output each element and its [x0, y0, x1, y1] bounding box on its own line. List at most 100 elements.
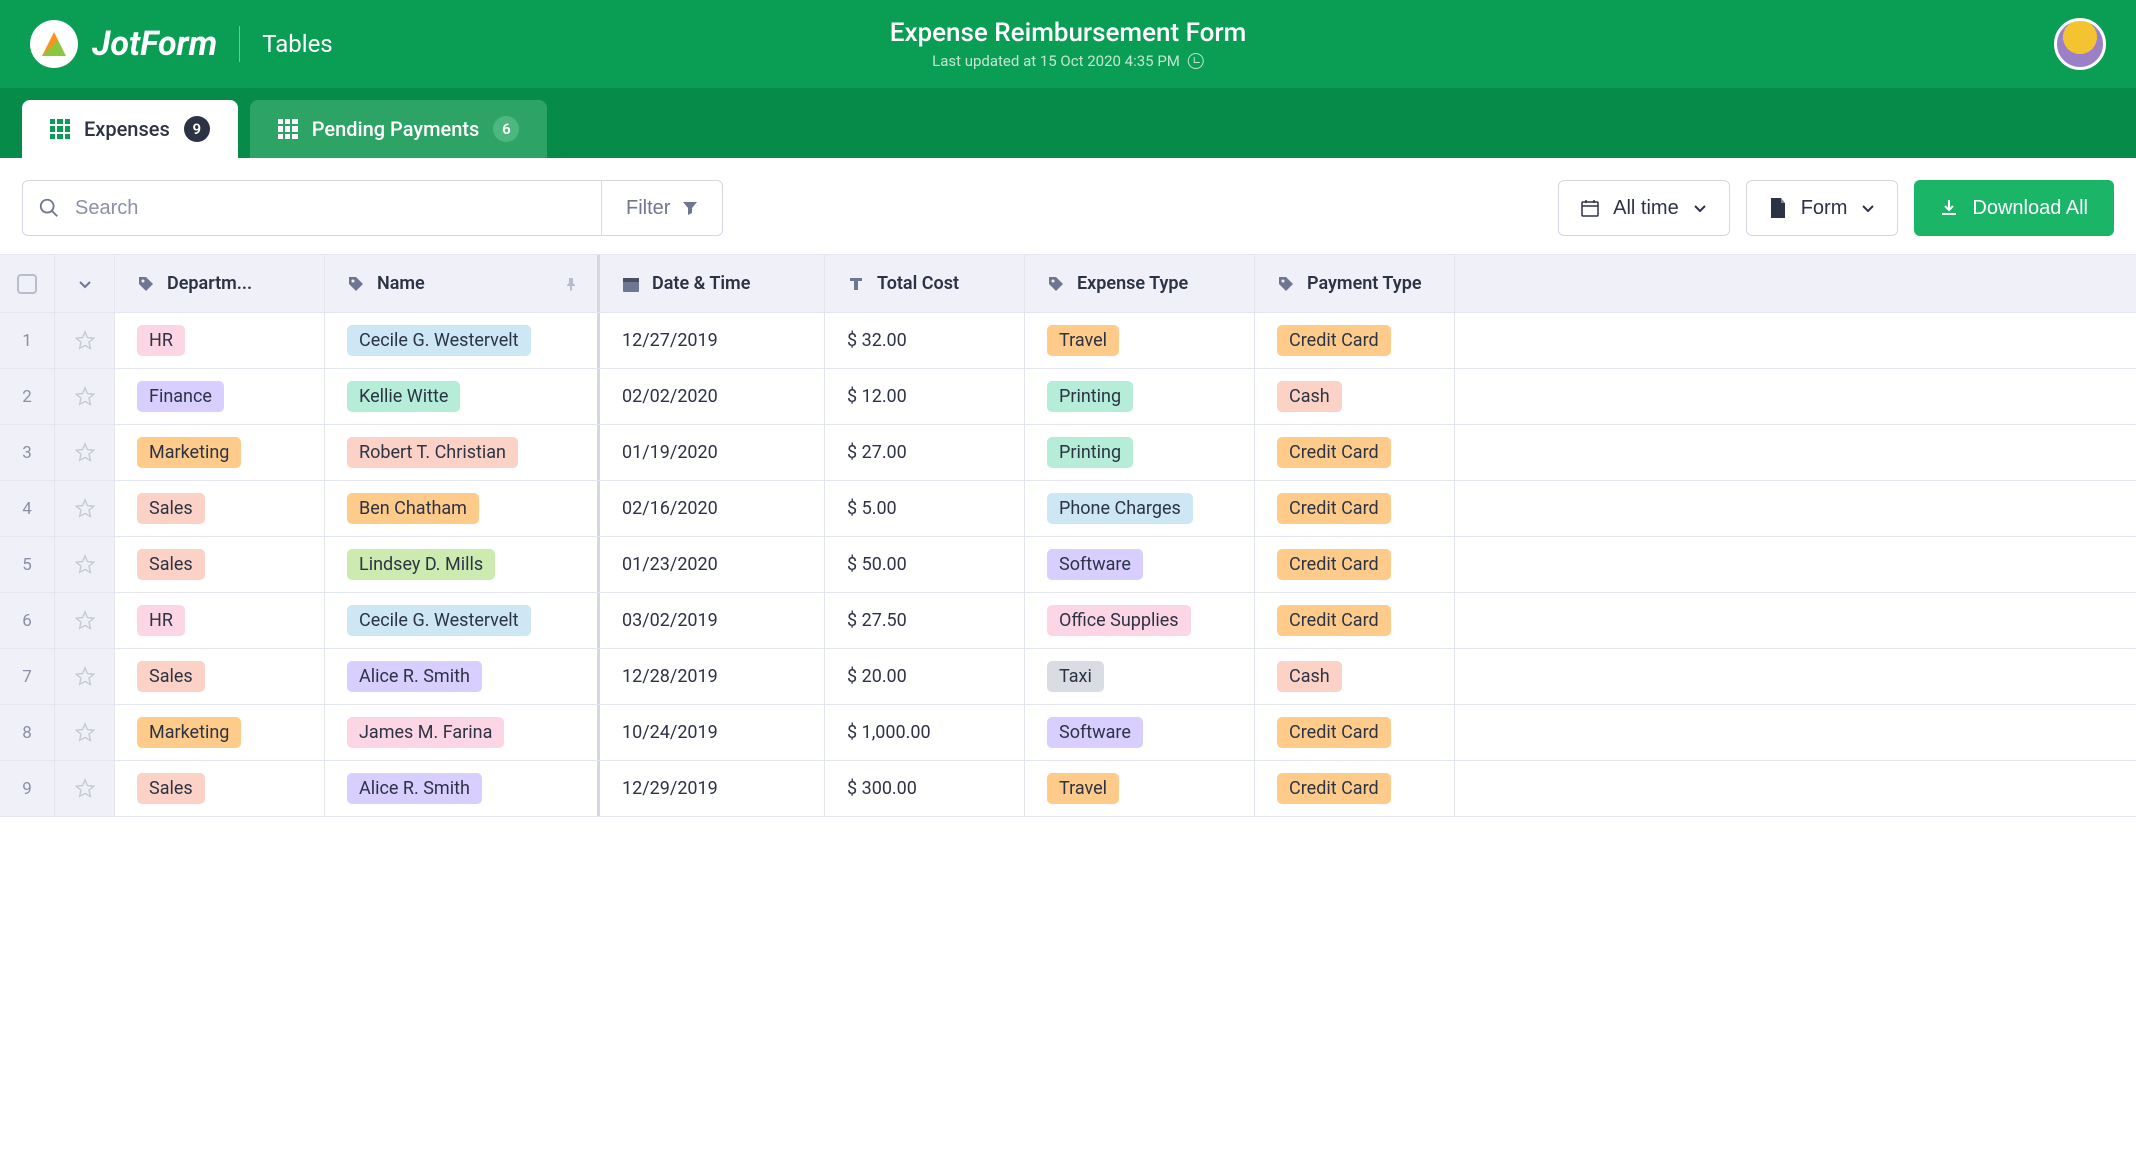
star-toggle[interactable] [55, 425, 115, 480]
cell-department[interactable]: Sales [115, 481, 325, 536]
star-icon [74, 778, 96, 800]
cell-name[interactable]: Lindsey D. Mills [325, 537, 600, 592]
star-icon [74, 554, 96, 576]
cell-department[interactable]: Sales [115, 649, 325, 704]
cell-cost[interactable]: $ 1,000.00 [825, 705, 1025, 760]
tabbar: Expenses 9 Pending Payments 6 [0, 88, 2136, 158]
star-toggle[interactable] [55, 537, 115, 592]
cell-expense-type[interactable]: Taxi [1025, 649, 1255, 704]
col-cost[interactable]: Total Cost [825, 255, 1025, 312]
filter-button[interactable]: Filter [602, 180, 723, 236]
cell-name[interactable]: Alice R. Smith [325, 761, 600, 816]
cell-date[interactable]: 03/02/2019 [600, 593, 825, 648]
cell-name[interactable]: James M. Farina [325, 705, 600, 760]
table-row[interactable]: 5 Sales Lindsey D. Mills 01/23/2020 $ 50… [0, 537, 2136, 593]
cell-name[interactable]: Ben Chatham [325, 481, 600, 536]
star-toggle[interactable] [55, 593, 115, 648]
cell-date[interactable]: 01/19/2020 [600, 425, 825, 480]
cell-date[interactable]: 10/24/2019 [600, 705, 825, 760]
tag-icon [347, 275, 365, 293]
download-all-button[interactable]: Download All [1914, 180, 2114, 236]
logo[interactable]: JotForm [30, 20, 217, 68]
cell-payment-type[interactable]: Credit Card [1255, 593, 1455, 648]
expand-toggle[interactable] [55, 255, 115, 312]
cell-expense-type[interactable]: Office Supplies [1025, 593, 1255, 648]
table-row[interactable]: 3 Marketing Robert T. Christian 01/19/20… [0, 425, 2136, 481]
star-toggle[interactable] [55, 313, 115, 368]
table-row[interactable]: 8 Marketing James M. Farina 10/24/2019 $… [0, 705, 2136, 761]
table-row[interactable]: 1 HR Cecile G. Westervelt 12/27/2019 $ 3… [0, 313, 2136, 369]
cell-payment-type[interactable]: Credit Card [1255, 537, 1455, 592]
brand-name: JotForm [92, 24, 217, 64]
cell-expense-type[interactable]: Printing [1025, 369, 1255, 424]
row-number: 1 [0, 313, 55, 368]
col-date[interactable]: Date & Time [600, 255, 825, 312]
cell-cost[interactable]: $ 50.00 [825, 537, 1025, 592]
cell-name[interactable]: Cecile G. Westervelt [325, 593, 600, 648]
cell-name[interactable]: Robert T. Christian [325, 425, 600, 480]
search-input[interactable] [22, 180, 602, 236]
col-payment-type[interactable]: Payment Type [1255, 255, 1455, 312]
cell-cost[interactable]: $ 300.00 [825, 761, 1025, 816]
cell-date[interactable]: 12/29/2019 [600, 761, 825, 816]
select-all-cell[interactable] [0, 255, 55, 312]
cell-expense-type[interactable]: Travel [1025, 761, 1255, 816]
cell-cost[interactable]: $ 12.00 [825, 369, 1025, 424]
cell-department[interactable]: HR [115, 593, 325, 648]
time-filter-button[interactable]: All time [1558, 180, 1730, 236]
cell-payment-type[interactable]: Credit Card [1255, 425, 1455, 480]
table-row[interactable]: 4 Sales Ben Chatham 02/16/2020 $ 5.00 Ph… [0, 481, 2136, 537]
star-toggle[interactable] [55, 705, 115, 760]
cell-payment-type[interactable]: Credit Card [1255, 481, 1455, 536]
cell-date[interactable]: 02/16/2020 [600, 481, 825, 536]
cell-department[interactable]: Marketing [115, 705, 325, 760]
cell-name[interactable]: Alice R. Smith [325, 649, 600, 704]
star-toggle[interactable] [55, 481, 115, 536]
cell-payment-type[interactable]: Credit Card [1255, 313, 1455, 368]
cell-department[interactable]: Sales [115, 537, 325, 592]
table-row[interactable]: 9 Sales Alice R. Smith 12/29/2019 $ 300.… [0, 761, 2136, 817]
cell-payment-type[interactable]: Cash [1255, 649, 1455, 704]
cell-expense-type[interactable]: Software [1025, 705, 1255, 760]
cell-department[interactable]: Marketing [115, 425, 325, 480]
cell-department[interactable]: Sales [115, 761, 325, 816]
pin-icon [563, 276, 579, 292]
tab-pending-payments[interactable]: Pending Payments 6 [250, 100, 548, 158]
last-updated-text: Last updated at 15 Oct 2020 4:35 PM [932, 52, 1180, 70]
cell-cost[interactable]: $ 32.00 [825, 313, 1025, 368]
cell-cost[interactable]: $ 20.00 [825, 649, 1025, 704]
col-expense-type[interactable]: Expense Type [1025, 255, 1255, 312]
cell-name[interactable]: Kellie Witte [325, 369, 600, 424]
cell-department[interactable]: HR [115, 313, 325, 368]
cell-payment-type[interactable]: Credit Card [1255, 761, 1455, 816]
cell-date[interactable]: 02/02/2020 [600, 369, 825, 424]
cell-date[interactable]: 12/27/2019 [600, 313, 825, 368]
cell-department[interactable]: Finance [115, 369, 325, 424]
form-button[interactable]: Form [1746, 180, 1899, 236]
table-row[interactable]: 6 HR Cecile G. Westervelt 03/02/2019 $ 2… [0, 593, 2136, 649]
cell-date[interactable]: 01/23/2020 [600, 537, 825, 592]
cell-cost[interactable]: $ 5.00 [825, 481, 1025, 536]
star-icon [74, 498, 96, 520]
cell-expense-type[interactable]: Printing [1025, 425, 1255, 480]
cell-cost[interactable]: $ 27.50 [825, 593, 1025, 648]
table-row[interactable]: 7 Sales Alice R. Smith 12/28/2019 $ 20.0… [0, 649, 2136, 705]
cell-expense-type[interactable]: Software [1025, 537, 1255, 592]
cell-payment-type[interactable]: Credit Card [1255, 705, 1455, 760]
table-row[interactable]: 2 Finance Kellie Witte 02/02/2020 $ 12.0… [0, 369, 2136, 425]
row-number: 9 [0, 761, 55, 816]
col-name[interactable]: Name [325, 255, 600, 312]
cell-expense-type[interactable]: Phone Charges [1025, 481, 1255, 536]
cell-name[interactable]: Cecile G. Westervelt [325, 313, 600, 368]
star-toggle[interactable] [55, 761, 115, 816]
cell-cost[interactable]: $ 27.00 [825, 425, 1025, 480]
cell-date[interactable]: 12/28/2019 [600, 649, 825, 704]
star-toggle[interactable] [55, 649, 115, 704]
cell-expense-type[interactable]: Travel [1025, 313, 1255, 368]
star-toggle[interactable] [55, 369, 115, 424]
avatar[interactable] [2054, 18, 2106, 70]
tab-expenses[interactable]: Expenses 9 [22, 100, 238, 158]
download-label: Download All [1972, 197, 2088, 220]
cell-payment-type[interactable]: Cash [1255, 369, 1455, 424]
col-department[interactable]: Departm... [115, 255, 325, 312]
